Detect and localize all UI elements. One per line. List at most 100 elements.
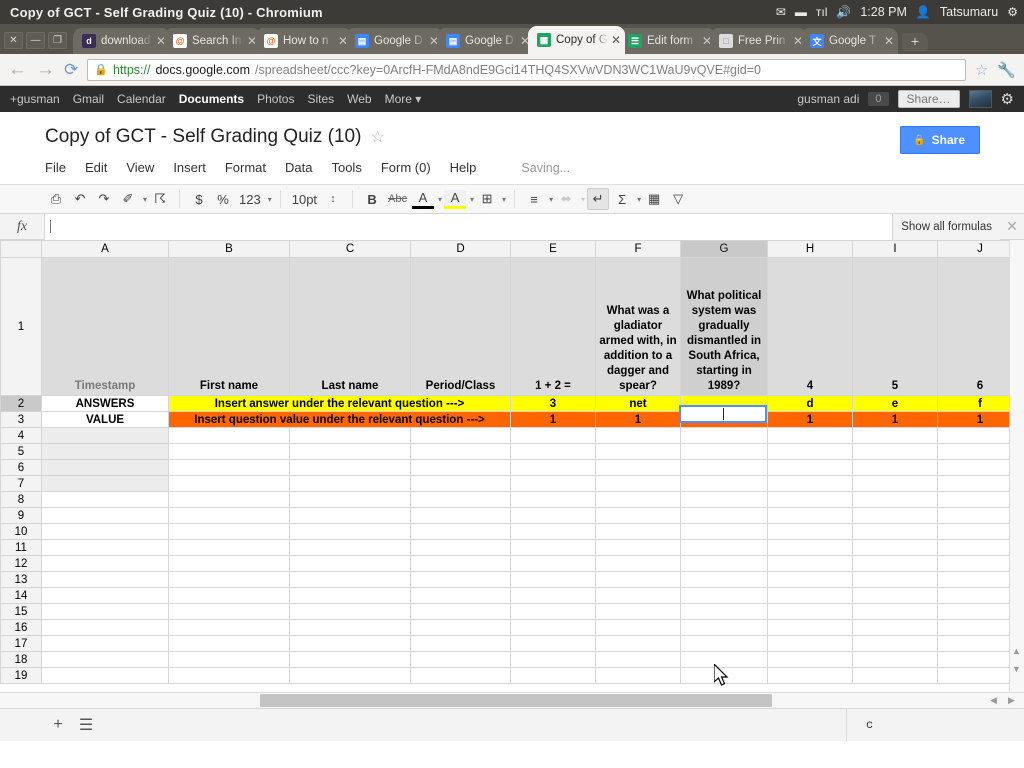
cell-H14[interactable] bbox=[768, 588, 853, 604]
font-size-stepper[interactable]: ↕ bbox=[322, 188, 344, 210]
cell-A5[interactable] bbox=[42, 444, 169, 460]
bookmark-star-icon[interactable]: ☆ bbox=[975, 61, 988, 79]
cell-E4[interactable] bbox=[511, 428, 596, 444]
scroll-up-icon[interactable]: ▲ bbox=[1012, 646, 1021, 656]
row-header-9[interactable]: 9 bbox=[1, 508, 42, 524]
star-icon[interactable]: ☆ bbox=[370, 127, 384, 147]
browser-tab[interactable]: 文Google T✕ bbox=[801, 28, 898, 54]
cell-F11[interactable] bbox=[596, 540, 681, 556]
cell-I1[interactable]: 5 bbox=[853, 258, 938, 396]
document-title-text[interactable]: Copy of GCT - Self Grading Quiz (10) bbox=[45, 126, 361, 148]
row-header-15[interactable]: 15 bbox=[1, 604, 42, 620]
cell-H5[interactable] bbox=[768, 444, 853, 460]
cell-H9[interactable] bbox=[768, 508, 853, 524]
cell-C13[interactable] bbox=[290, 572, 411, 588]
row-header-5[interactable]: 5 bbox=[1, 444, 42, 460]
page-title[interactable]: Copy of GCT - Self Grading Quiz (10) ☆ bbox=[0, 126, 1024, 148]
cell-A11[interactable] bbox=[42, 540, 169, 556]
cell-G6[interactable] bbox=[681, 460, 768, 476]
cell-B2[interactable]: Insert answer under the relevant questio… bbox=[169, 396, 511, 412]
cell-I12[interactable] bbox=[853, 556, 938, 572]
browser-tab[interactable]: □Free Prin✕ bbox=[710, 28, 807, 54]
cell-C6[interactable] bbox=[290, 460, 411, 476]
close-icon[interactable]: ✕ bbox=[608, 33, 621, 47]
new-tab-button[interactable]: + bbox=[902, 33, 928, 51]
paint-format-icon[interactable]: ✐ bbox=[117, 188, 139, 210]
cell-B19[interactable] bbox=[169, 668, 290, 684]
cell-F16[interactable] bbox=[596, 620, 681, 636]
cell-A4[interactable] bbox=[42, 428, 169, 444]
column-header-C[interactable]: C bbox=[290, 241, 411, 258]
cell-I13[interactable] bbox=[853, 572, 938, 588]
cell-G8[interactable] bbox=[681, 492, 768, 508]
cell-F7[interactable] bbox=[596, 476, 681, 492]
cell-D1[interactable]: Period/Class bbox=[411, 258, 511, 396]
cell-F10[interactable] bbox=[596, 524, 681, 540]
cell-E18[interactable] bbox=[511, 652, 596, 668]
cell-D5[interactable] bbox=[411, 444, 511, 460]
cell-F12[interactable] bbox=[596, 556, 681, 572]
cell-C8[interactable] bbox=[290, 492, 411, 508]
menu-format[interactable]: Format bbox=[225, 160, 266, 175]
cell-I2[interactable]: e bbox=[853, 396, 938, 412]
cell-E6[interactable] bbox=[511, 460, 596, 476]
cell-C10[interactable] bbox=[290, 524, 411, 540]
gbar-link-documents[interactable]: Documents bbox=[179, 92, 244, 106]
row-header-12[interactable]: 12 bbox=[1, 556, 42, 572]
row-header-16[interactable]: 16 bbox=[1, 620, 42, 636]
cell-E10[interactable] bbox=[511, 524, 596, 540]
chevron-down-icon[interactable]: ▾ bbox=[266, 195, 272, 204]
row-header-17[interactable]: 17 bbox=[1, 636, 42, 652]
cell-A6[interactable] bbox=[42, 460, 169, 476]
cell-F17[interactable] bbox=[596, 636, 681, 652]
cell-H12[interactable] bbox=[768, 556, 853, 572]
cell-D9[interactable] bbox=[411, 508, 511, 524]
cell-B17[interactable] bbox=[169, 636, 290, 652]
cell-E9[interactable] bbox=[511, 508, 596, 524]
cell-G5[interactable] bbox=[681, 444, 768, 460]
cell-B11[interactable] bbox=[169, 540, 290, 556]
cell-F2[interactable]: net bbox=[596, 396, 681, 412]
cell-D4[interactable] bbox=[411, 428, 511, 444]
cell-D10[interactable] bbox=[411, 524, 511, 540]
chevron-down-icon[interactable]: ▾ bbox=[468, 195, 474, 204]
cell-A17[interactable] bbox=[42, 636, 169, 652]
notification-count[interactable]: 0 bbox=[868, 92, 888, 106]
cell-D19[interactable] bbox=[411, 668, 511, 684]
column-header-G[interactable]: G bbox=[681, 241, 768, 258]
cell-F1[interactable]: What was a gladiator armed with, in addi… bbox=[596, 258, 681, 396]
cell-B16[interactable] bbox=[169, 620, 290, 636]
cell-G16[interactable] bbox=[681, 620, 768, 636]
cell-F5[interactable] bbox=[596, 444, 681, 460]
cell-B10[interactable] bbox=[169, 524, 290, 540]
tray-username[interactable]: Tatsumaru bbox=[940, 5, 998, 19]
cell-A16[interactable] bbox=[42, 620, 169, 636]
strikethrough-button[interactable]: Abc bbox=[385, 188, 410, 210]
cell-G17[interactable] bbox=[681, 636, 768, 652]
cell-E8[interactable] bbox=[511, 492, 596, 508]
cell-H18[interactable] bbox=[768, 652, 853, 668]
cell-B15[interactable] bbox=[169, 604, 290, 620]
cell-E5[interactable] bbox=[511, 444, 596, 460]
row-header-2[interactable]: 2 bbox=[1, 396, 42, 412]
row-header-13[interactable]: 13 bbox=[1, 572, 42, 588]
scroll-left-icon[interactable]: ◀ bbox=[990, 695, 997, 706]
formula-input[interactable] bbox=[44, 214, 892, 240]
cell-H11[interactable] bbox=[768, 540, 853, 556]
all-sheets-icon[interactable]: ☰ bbox=[72, 715, 100, 735]
paint-roller-icon[interactable]: ☈ bbox=[149, 188, 171, 210]
redo-icon[interactable]: ↷ bbox=[93, 188, 115, 210]
cell-E17[interactable] bbox=[511, 636, 596, 652]
browser-tab[interactable]: ▦Copy of G✕ bbox=[528, 26, 625, 54]
gbar-link-photos[interactable]: Photos bbox=[257, 92, 294, 106]
cell-B7[interactable] bbox=[169, 476, 290, 492]
gbar-link-gusman[interactable]: +gusman bbox=[10, 92, 60, 106]
row-header-3[interactable]: 3 bbox=[1, 412, 42, 428]
menu-data[interactable]: Data bbox=[285, 160, 312, 175]
row-header-14[interactable]: 14 bbox=[1, 588, 42, 604]
mail-icon[interactable]: ✉ bbox=[776, 5, 786, 19]
gbar-link-more[interactable]: More ▾ bbox=[385, 92, 422, 106]
cell-H3[interactable]: 1 bbox=[768, 412, 853, 428]
cell-D12[interactable] bbox=[411, 556, 511, 572]
gbar-link-calendar[interactable]: Calendar bbox=[117, 92, 166, 106]
